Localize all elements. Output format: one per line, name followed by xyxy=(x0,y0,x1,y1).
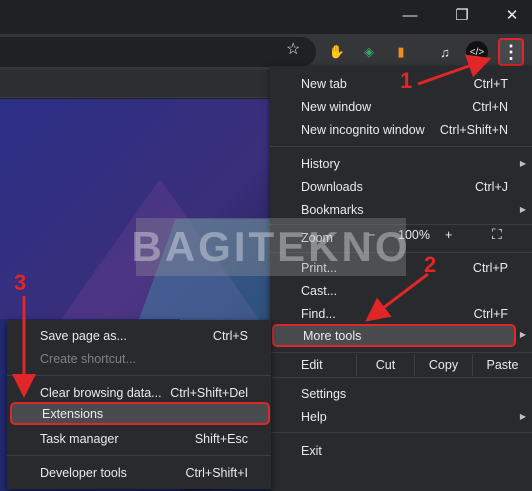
shortcut: Ctrl+T xyxy=(473,76,508,91)
shortcut: Shift+Esc xyxy=(194,431,248,446)
close-icon: ✕ xyxy=(505,7,519,24)
menu-item-label: Print... xyxy=(301,260,338,275)
shortcut: Ctrl+F xyxy=(473,306,508,321)
submenu-item-developer-tools[interactable]: Developer tools Ctrl+Shift+I xyxy=(7,461,271,484)
cut-button[interactable]: Cut xyxy=(356,354,414,376)
menu-item-label: New window xyxy=(301,99,372,114)
menu-item-bookmarks[interactable]: Bookmarks ▶ xyxy=(270,198,532,221)
zoom-label: Zoom xyxy=(301,230,333,245)
divider xyxy=(270,377,532,378)
annotation-step-2: 2 xyxy=(424,252,437,277)
menu-item-label: New tab xyxy=(301,76,347,91)
chrome-menu-button[interactable]: ⋮ xyxy=(498,38,524,66)
menu-item-label: Exit xyxy=(301,443,322,458)
title-bar: — ❐ ✕ xyxy=(0,0,532,34)
menu-item-find[interactable]: Find... Ctrl+F xyxy=(270,302,532,325)
divider xyxy=(270,224,532,225)
divider xyxy=(270,252,532,253)
menu-item-label: Settings xyxy=(301,386,347,401)
menu-item-label: Downloads xyxy=(301,179,363,194)
menu-item-settings[interactable]: Settings xyxy=(270,382,532,405)
close-button[interactable]: ✕ xyxy=(494,0,530,30)
submenu-item-extensions[interactable]: Extensions xyxy=(10,402,270,425)
menu-item-label: Cast... xyxy=(301,283,338,298)
extension-3-icon[interactable]: ▮ xyxy=(390,41,412,63)
shortcut: Ctrl+N xyxy=(472,99,508,114)
shortcut: Ctrl+P xyxy=(472,260,508,275)
chevron-right-icon: ▶ xyxy=(519,330,526,339)
submenu-item-create-shortcut: Create shortcut... xyxy=(7,347,271,370)
divider xyxy=(7,375,271,376)
submenu-item-clear-browsing-data[interactable]: Clear browsing data... Ctrl+Shift+Del xyxy=(7,381,271,404)
extension-2-icon[interactable]: ◈ xyxy=(358,41,380,63)
menu-item-exit[interactable]: Exit xyxy=(270,439,532,462)
copy-button[interactable]: Copy xyxy=(414,354,472,376)
menu-item-new-window[interactable]: New window Ctrl+N xyxy=(270,95,532,118)
zoom-level: 100% xyxy=(398,228,430,242)
ublock-extension-icon[interactable]: ✋ xyxy=(326,41,348,63)
submenu-item-label: Save page as... xyxy=(40,328,127,343)
address-bar[interactable] xyxy=(0,37,316,67)
shortcut: Ctrl+J xyxy=(475,179,508,194)
menu-item-new-incognito-window[interactable]: New incognito window Ctrl+Shift+N xyxy=(270,118,532,141)
menu-item-label: Bookmarks xyxy=(301,202,364,217)
menu-item-label: Find... xyxy=(301,306,336,321)
menu-item-help[interactable]: Help ▶ xyxy=(270,405,532,428)
paste-label: Paste xyxy=(486,358,519,372)
code-icon[interactable]: </> xyxy=(466,41,488,63)
submenu-item-label: Developer tools xyxy=(40,465,127,480)
more-tools-submenu: Save page as... Ctrl+S Create shortcut...… xyxy=(7,320,271,489)
menu-item-print[interactable]: Print... Ctrl+P xyxy=(270,256,532,279)
shortcut: Ctrl+S xyxy=(212,328,248,343)
chevron-right-icon: ▶ xyxy=(519,159,526,168)
menu-item-cast[interactable]: Cast... xyxy=(270,279,532,302)
divider xyxy=(7,455,271,456)
zoom-out-button[interactable]: − xyxy=(368,228,375,242)
zoom-in-button[interactable]: + xyxy=(445,228,452,242)
divider xyxy=(270,352,532,353)
submenu-item-label: Extensions xyxy=(42,406,104,421)
paste-button[interactable]: Paste xyxy=(472,354,532,376)
menu-item-label: History xyxy=(301,156,340,171)
restore-icon: ❐ xyxy=(455,7,469,24)
edit-label: Edit xyxy=(301,358,323,372)
bookmark-star-icon[interactable]: ☆ xyxy=(286,39,300,59)
annotation-step-1: 1 xyxy=(400,68,413,93)
submenu-item-label: Create shortcut... xyxy=(40,351,136,366)
restore-button[interactable]: ❐ xyxy=(444,0,480,30)
menu-item-label: Help xyxy=(301,409,327,424)
chrome-menu: New tab Ctrl+T New window Ctrl+N New incog… xyxy=(270,66,532,491)
shortcut: Ctrl+Shift+N xyxy=(439,122,508,137)
menu-item-label: New incognito window xyxy=(301,122,425,137)
shortcut: Ctrl+Shift+I xyxy=(185,465,248,480)
menu-item-history[interactable]: History ▶ xyxy=(270,152,532,175)
submenu-item-label: Task manager xyxy=(40,431,119,446)
kebab-menu-icon: ⋮ xyxy=(502,41,520,62)
annotation-step-3: 3 xyxy=(14,270,27,295)
divider xyxy=(270,146,532,147)
cut-label: Cut xyxy=(375,358,396,372)
chevron-right-icon: ▶ xyxy=(519,205,526,214)
menu-item-downloads[interactable]: Downloads Ctrl+J xyxy=(270,175,532,198)
menu-item-more-tools[interactable]: More tools xyxy=(272,324,516,347)
submenu-item-save-page[interactable]: Save page as... Ctrl+S xyxy=(7,324,271,347)
minimize-icon: — xyxy=(402,6,418,24)
shortcut: Ctrl+Shift+Del xyxy=(170,385,248,400)
fullscreen-icon[interactable]: ⛶ xyxy=(492,226,502,243)
chevron-right-icon: ▶ xyxy=(519,412,526,421)
edit-row: Edit Cut Copy Paste xyxy=(270,354,532,376)
copy-label: Copy xyxy=(428,358,459,372)
playlist-icon[interactable]: ♫ xyxy=(434,41,456,63)
divider xyxy=(270,432,532,433)
submenu-item-task-manager[interactable]: Task manager Shift+Esc xyxy=(7,427,271,450)
browser-toolbar: ☆ ✋ ◈ ▮ ♫ </> ⋮ xyxy=(0,34,532,70)
menu-item-label: More tools xyxy=(303,328,362,343)
submenu-item-label: Clear browsing data... xyxy=(40,385,162,400)
minimize-button[interactable]: — xyxy=(392,0,428,30)
